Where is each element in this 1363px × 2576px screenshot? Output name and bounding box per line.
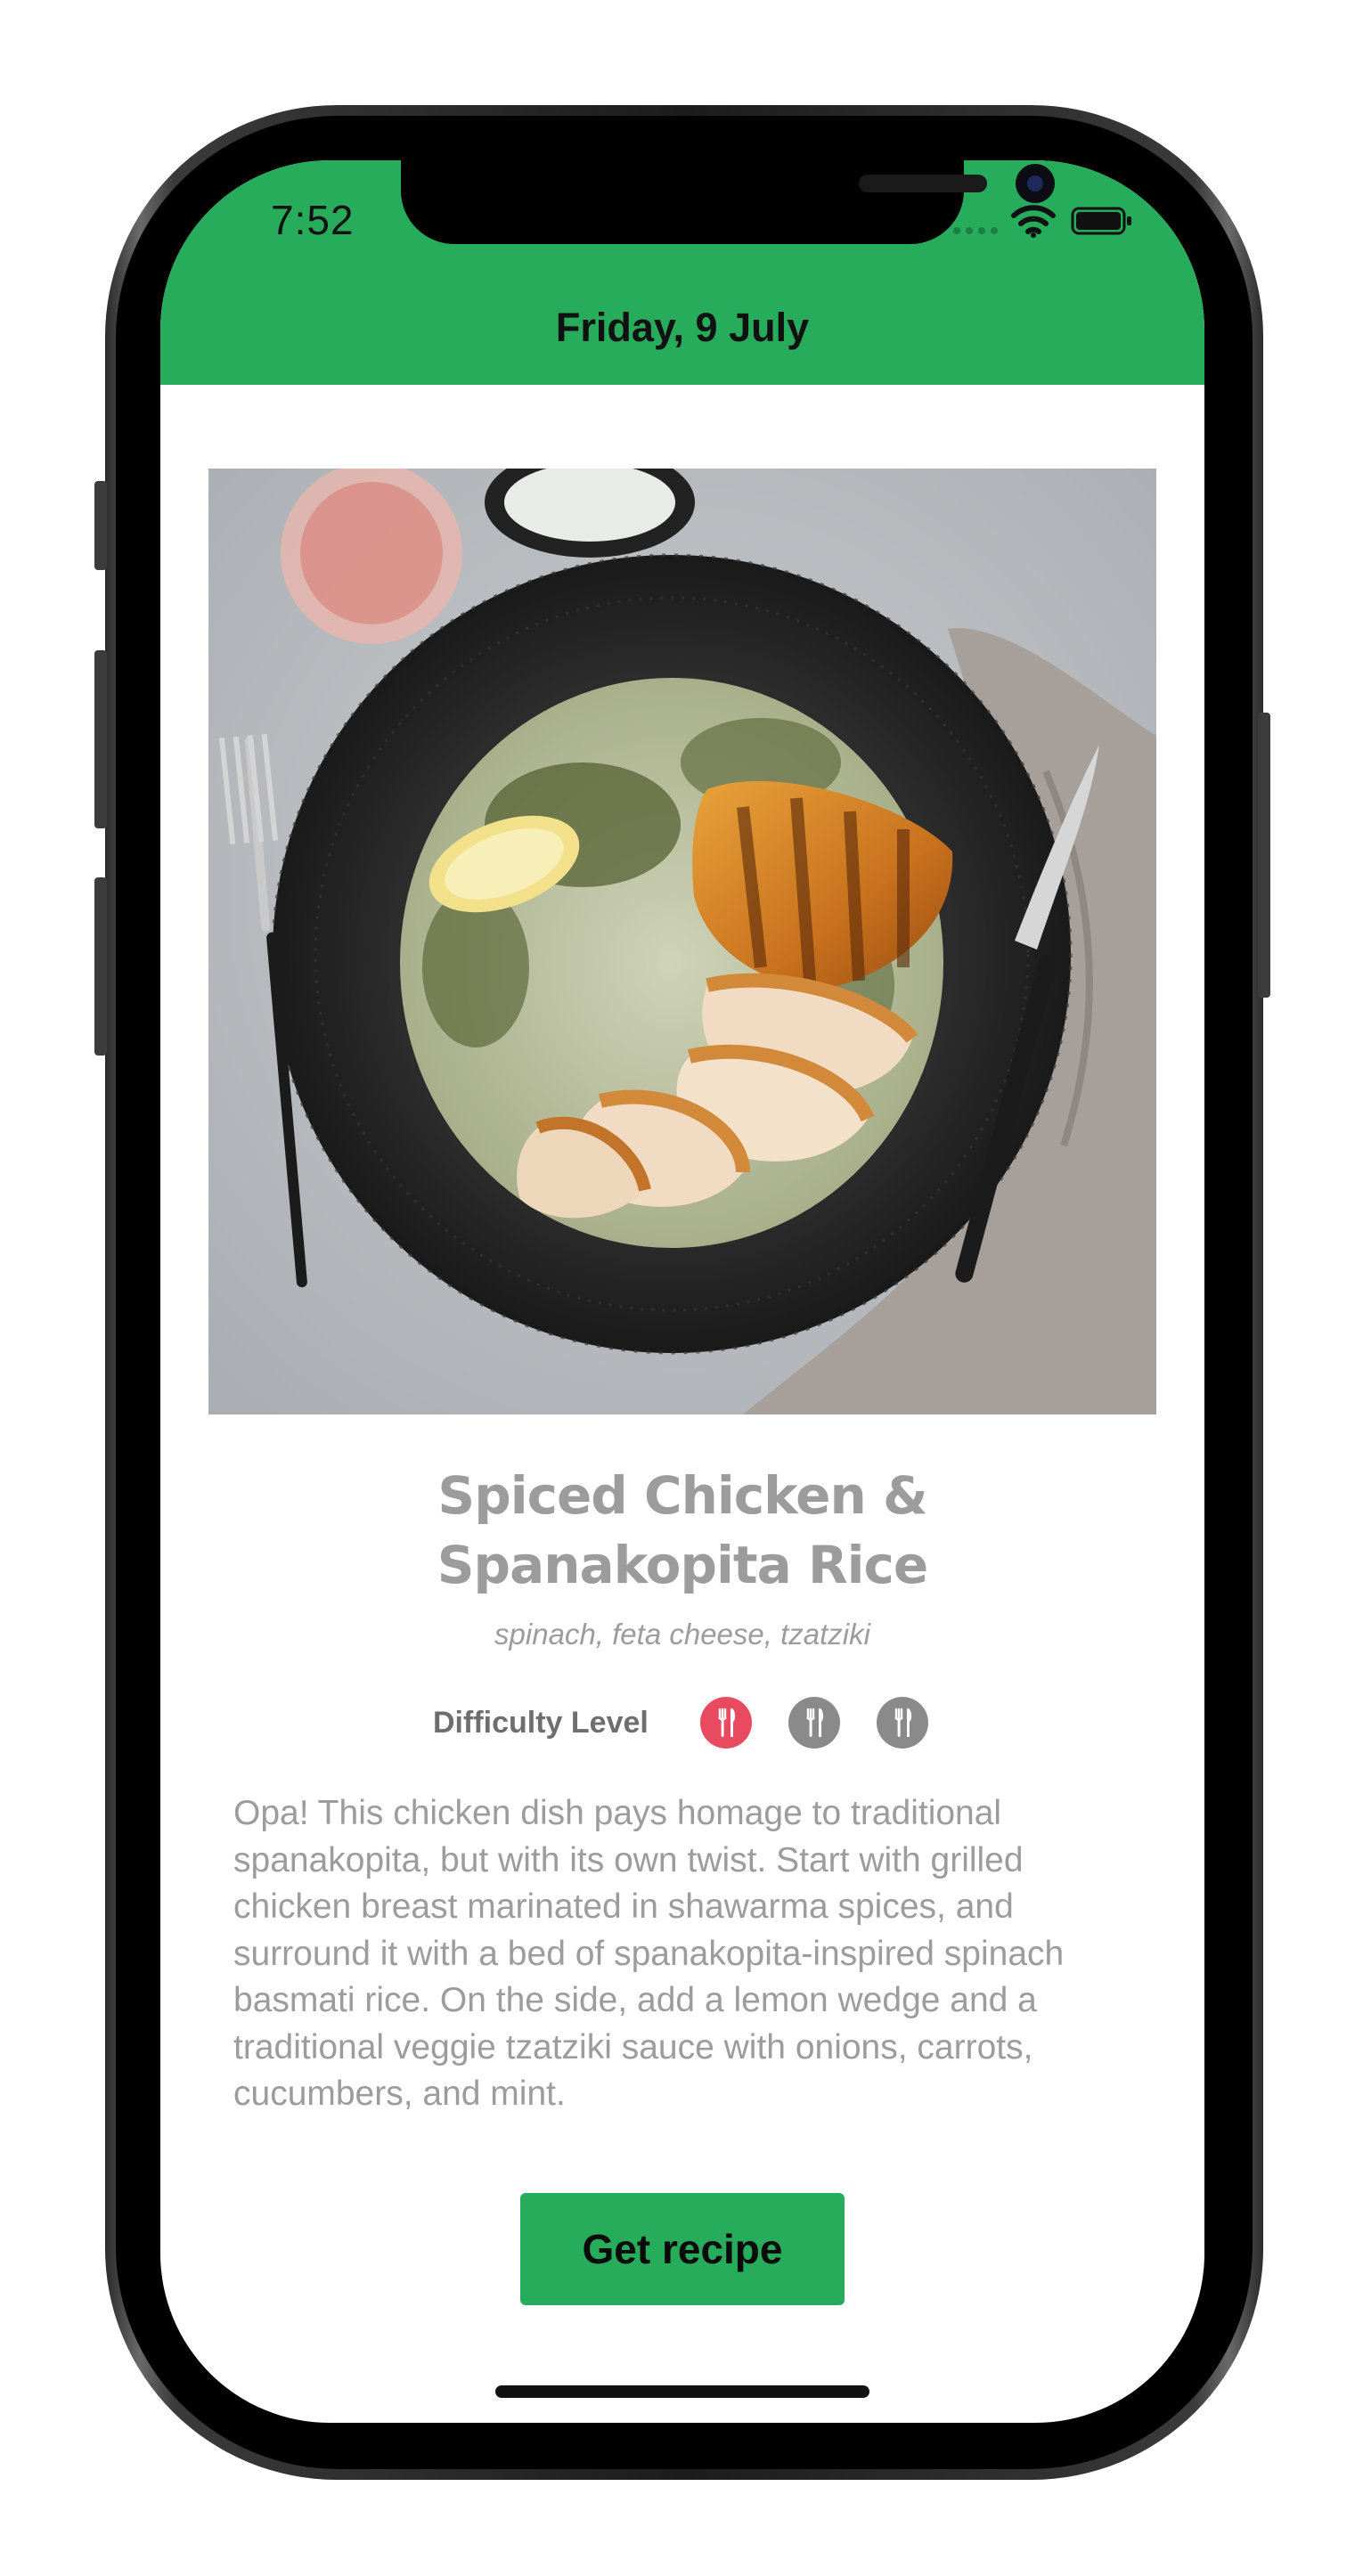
front-camera (1016, 164, 1055, 203)
signal-icon (953, 227, 998, 234)
volume-up-button (94, 650, 107, 828)
difficulty-label: Difficulty Level (433, 1706, 649, 1740)
home-indicator[interactable] (495, 2385, 869, 2398)
recipe-title: Spiced Chicken & Spanakopita Rice (214, 1461, 1151, 1600)
recipe-ingredients: spinach, feta cheese, tzatziki (494, 1618, 870, 1651)
power-button (1258, 713, 1270, 998)
notch (401, 160, 1055, 244)
difficulty-level-1-utensils-icon (700, 1697, 752, 1749)
screen: 7:52 Friday, 9 July Spiced Chicken & Spa… (160, 160, 1204, 2423)
speaker-grille (859, 175, 987, 192)
get-recipe-button[interactable]: Get recipe (520, 2193, 845, 2305)
wifi-icon (1011, 205, 1056, 238)
difficulty-level-2-utensils-icon (788, 1697, 840, 1749)
recipe-title-line2: Spanakopita Rice (437, 1535, 928, 1595)
app-header: 7:52 Friday, 9 July (160, 160, 1204, 385)
silent-switch (94, 481, 107, 570)
difficulty-row: Difficulty Level (160, 1697, 1204, 1750)
recipe-title-line1: Spiced Chicken & (437, 1465, 927, 1526)
date-title: Friday, 9 July (555, 305, 810, 350)
dish-photo (208, 469, 1156, 1414)
battery-icon (1071, 207, 1131, 235)
volume-down-button (94, 877, 107, 1056)
difficulty-level-3-utensils-icon (877, 1697, 928, 1749)
recipe-description: Opa! This chicken dish pays homage to tr… (233, 1794, 1065, 2113)
